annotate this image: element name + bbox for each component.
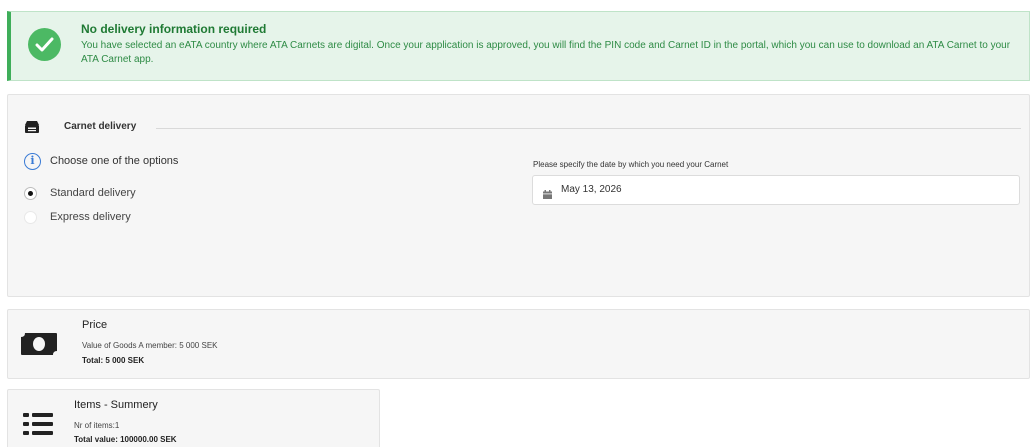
check-circle-icon bbox=[28, 28, 61, 61]
options-label-text: Choose one of the options bbox=[50, 155, 179, 167]
items-count: Nr of items:1 bbox=[74, 421, 120, 430]
price-total: Total: 5 000 SEK bbox=[82, 356, 145, 365]
radio-button[interactable] bbox=[24, 187, 37, 200]
section-title: Carnet delivery bbox=[64, 121, 137, 132]
carnet-date-input[interactable]: May 13, 2026 bbox=[532, 175, 1020, 205]
items-title: Items - Summery bbox=[74, 399, 158, 411]
info-icon: i bbox=[24, 153, 41, 170]
date-field-label: Please specify the date by which you nee… bbox=[533, 160, 729, 169]
carnet-delivery-card: Carnet delivery i Choose one of the opti… bbox=[7, 94, 1030, 297]
alert-message: You have selected an eATA country where … bbox=[81, 40, 1011, 65]
items-total-value: Total value: 100000.00 SEK bbox=[74, 435, 177, 444]
radio-label: Express delivery bbox=[50, 211, 131, 223]
items-summary-card: Items - Summery Nr of items:1 Total valu… bbox=[7, 389, 380, 447]
radio-label: Standard delivery bbox=[50, 187, 136, 199]
price-card: Price Value of Goods A member: 5 000 SEK… bbox=[7, 309, 1030, 379]
list-icon bbox=[23, 412, 53, 441]
price-title: Price bbox=[82, 319, 108, 331]
money-bill-icon bbox=[21, 333, 57, 360]
price-goods-value: Value of Goods A member: 5 000 SEK bbox=[82, 341, 218, 350]
alert-title: No delivery information required bbox=[81, 22, 267, 36]
section-divider bbox=[156, 128, 1021, 129]
calendar-icon bbox=[543, 186, 552, 204]
radio-button[interactable] bbox=[24, 211, 37, 224]
date-value: May 13, 2026 bbox=[561, 184, 622, 195]
delivery-info-alert: No delivery information required You hav… bbox=[7, 11, 1030, 81]
section-header: Carnet delivery bbox=[24, 119, 1024, 137]
carnet-box-icon bbox=[24, 120, 40, 139]
